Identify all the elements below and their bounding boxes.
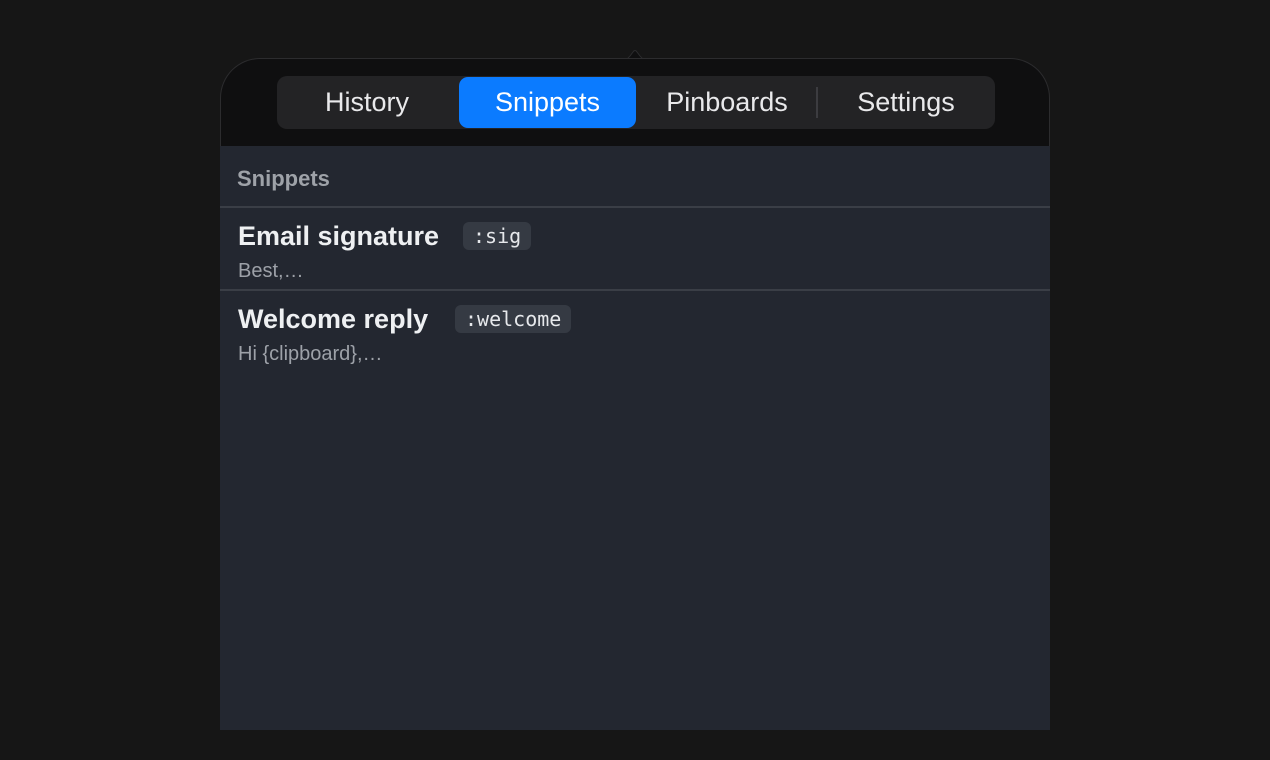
snippet-preview: Hi {clipboard},… <box>238 343 383 365</box>
tab-bar: History Snippets Pinboards Settings <box>277 76 995 129</box>
snippet-title: Email signature <box>238 221 440 251</box>
snippet-preview: Best,… <box>238 260 304 282</box>
snippets-panel: Snippets Email signature :sig Best,… Wel… <box>220 146 1050 730</box>
section-title: Snippets <box>237 166 330 191</box>
tab-history[interactable]: History <box>283 77 451 128</box>
snippet-row[interactable]: Email signature :sig Best,… <box>220 208 1050 290</box>
clipboard-popover: History Snippets Pinboards Settings Snip… <box>220 58 1050 730</box>
tab-pinboards[interactable]: Pinboards <box>642 77 812 128</box>
tab-snippets[interactable]: Snippets <box>459 77 636 128</box>
snippet-keyword-badge: :welcome <box>455 305 572 333</box>
snippet-title: Welcome reply <box>238 304 429 334</box>
snippet-keyword-badge: :sig <box>463 222 532 250</box>
popover-header: History Snippets Pinboards Settings <box>220 58 1050 146</box>
snippet-row[interactable]: Welcome reply :welcome Hi {clipboard},… <box>220 291 1050 373</box>
tab-settings[interactable]: Settings <box>821 77 991 128</box>
tab-divider <box>816 87 818 118</box>
